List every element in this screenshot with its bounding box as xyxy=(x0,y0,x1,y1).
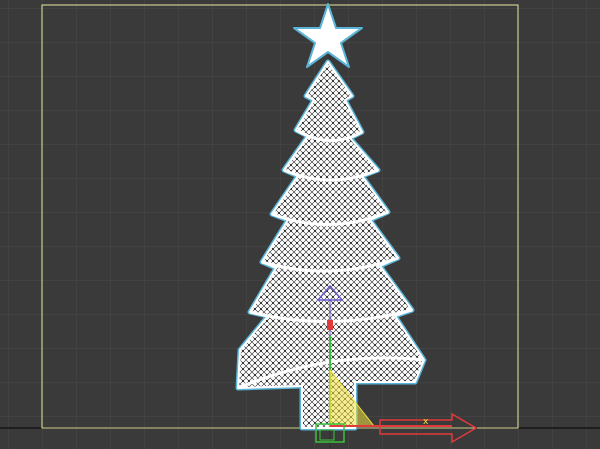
viewport[interactable]: x xyxy=(0,0,600,449)
x-axis-label: x xyxy=(423,417,429,427)
pivot-marker xyxy=(327,320,333,330)
viewport-canvas[interactable]: x xyxy=(0,0,600,449)
